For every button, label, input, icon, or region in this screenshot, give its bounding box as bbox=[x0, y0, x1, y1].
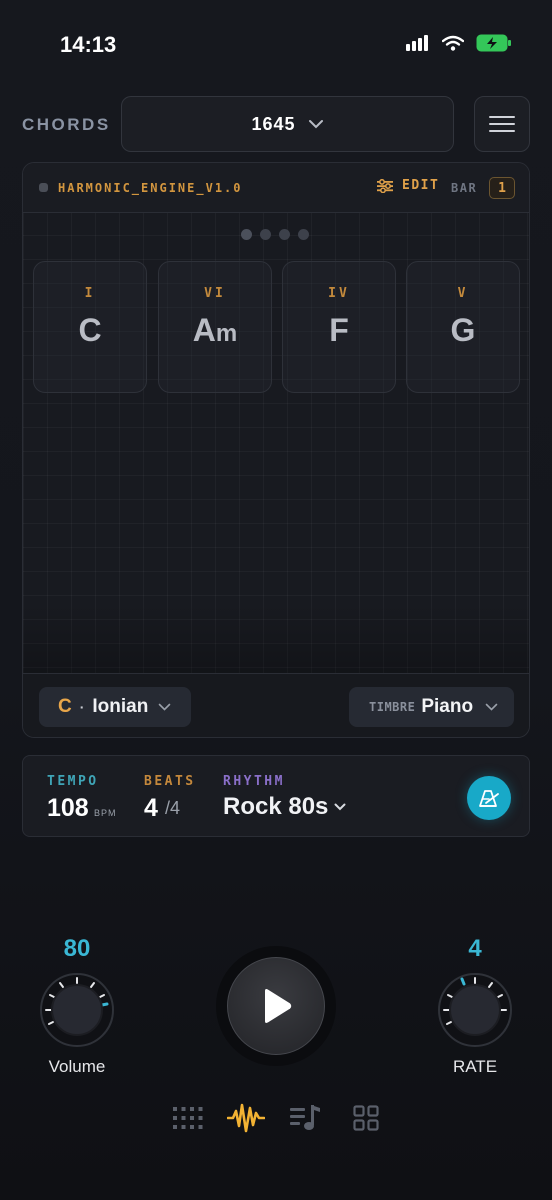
beats-numerator[interactable]: 4 bbox=[144, 794, 158, 823]
knob-indicator bbox=[460, 977, 466, 986]
key-separator: · bbox=[79, 699, 85, 715]
knob-indicator bbox=[100, 1002, 109, 1007]
beats-denominator: /4 bbox=[165, 798, 181, 818]
metronome-icon bbox=[479, 790, 499, 807]
chord-degree: VI bbox=[204, 286, 226, 301]
volume-knob[interactable] bbox=[39, 972, 115, 1048]
nav-item-playlist[interactable] bbox=[286, 1098, 326, 1138]
rate-label: RATE bbox=[452, 1057, 498, 1076]
bar-number-badge[interactable]: 1 bbox=[489, 177, 515, 199]
chord-degree: V bbox=[457, 286, 469, 301]
beats-label: BEATS bbox=[144, 774, 196, 789]
key-root: C bbox=[58, 696, 72, 717]
chord-name: Am bbox=[192, 312, 238, 348]
engine-status-dot bbox=[39, 183, 48, 192]
harmonic-engine-card: HARMONIC_ENGINE_V1.0 EDIT BAR 1 I C VI A… bbox=[22, 162, 530, 738]
status-icons bbox=[406, 34, 512, 52]
rhythm-select[interactable]: Rock 80s bbox=[223, 793, 346, 821]
metronome-button[interactable] bbox=[467, 776, 511, 820]
rate-value: 4 bbox=[468, 935, 482, 962]
engine-header: HARMONIC_ENGINE_V1.0 EDIT BAR 1 bbox=[23, 163, 529, 213]
playlist-music-icon bbox=[290, 1105, 320, 1130]
edit-button[interactable]: EDIT bbox=[377, 178, 439, 193]
volume-label: Volume bbox=[48, 1057, 106, 1076]
volume-value: 80 bbox=[63, 935, 91, 962]
chevron-down-icon bbox=[159, 703, 171, 711]
chevron-down-icon bbox=[485, 703, 498, 711]
chord-page-indicator bbox=[241, 229, 309, 240]
page-dot[interactable] bbox=[241, 229, 252, 240]
play-button-face bbox=[227, 957, 325, 1055]
apps-grid-icon bbox=[353, 1105, 379, 1131]
bar-label: BAR bbox=[451, 181, 478, 195]
chord-card-1[interactable]: I C bbox=[33, 261, 147, 393]
battery-charging-icon bbox=[476, 34, 511, 52]
grid-dots-icon bbox=[173, 1107, 203, 1129]
chord-card-4[interactable]: V G bbox=[406, 261, 520, 393]
tempo-unit: BPM bbox=[94, 808, 117, 818]
edit-label: EDIT bbox=[402, 178, 440, 193]
play-button[interactable] bbox=[216, 946, 336, 1066]
key-mode: Ionian bbox=[92, 696, 149, 717]
key-mode-select[interactable]: C · Ionian bbox=[39, 687, 191, 727]
cellular-signal-icon bbox=[406, 35, 428, 51]
chords-label: CHORDS bbox=[22, 115, 111, 134]
chord-card-3[interactable]: IV F bbox=[282, 261, 396, 393]
nav-item-apps[interactable] bbox=[346, 1098, 386, 1138]
page-dot[interactable] bbox=[298, 229, 309, 240]
page-dot[interactable] bbox=[279, 229, 290, 240]
tempo-label: TEMPO bbox=[47, 774, 99, 789]
menu-button[interactable] bbox=[474, 96, 530, 152]
chord-name: G bbox=[450, 312, 476, 348]
timbre-select[interactable]: TIMBRE Piano bbox=[349, 687, 514, 727]
chord-degree: IV bbox=[328, 286, 350, 301]
preset-value: 1645 bbox=[251, 113, 296, 134]
chord-degree: I bbox=[84, 286, 96, 301]
engine-name: HARMONIC_ENGINE_V1.0 bbox=[58, 181, 243, 195]
sliders-icon bbox=[377, 178, 393, 193]
engine-footer: C · Ionian TIMBRE Piano bbox=[23, 673, 529, 737]
play-icon bbox=[265, 989, 292, 1023]
nav-item-waveform[interactable] bbox=[226, 1098, 266, 1138]
waveform-icon bbox=[227, 1103, 265, 1133]
bottom-nav bbox=[168, 1098, 384, 1138]
chevron-down-icon bbox=[334, 803, 346, 811]
wifi-icon bbox=[442, 35, 464, 51]
grid-fade bbox=[23, 603, 529, 673]
rhythm-value: Rock 80s bbox=[223, 793, 329, 820]
timbre-value: Piano bbox=[421, 696, 474, 717]
preset-select[interactable]: 1645 bbox=[121, 96, 454, 152]
nav-item-grid[interactable] bbox=[168, 1098, 208, 1138]
transport-card: TEMPO BEATS RHYTHM 108 BPM 4 /4 Rock 80s bbox=[22, 755, 530, 837]
status-time: 14:13 bbox=[60, 32, 117, 57]
hamburger-menu-icon bbox=[489, 116, 515, 132]
rhythm-label: RHYTHM bbox=[223, 774, 285, 789]
chord-name: F bbox=[329, 312, 349, 348]
chord-card-2[interactable]: VI Am bbox=[158, 261, 272, 393]
chevron-down-icon bbox=[308, 120, 323, 129]
tempo-value[interactable]: 108 bbox=[47, 794, 89, 823]
chord-name: C bbox=[78, 312, 102, 348]
timbre-label: TIMBRE bbox=[369, 700, 416, 714]
rate-knob[interactable] bbox=[437, 972, 513, 1048]
page-dot[interactable] bbox=[260, 229, 271, 240]
